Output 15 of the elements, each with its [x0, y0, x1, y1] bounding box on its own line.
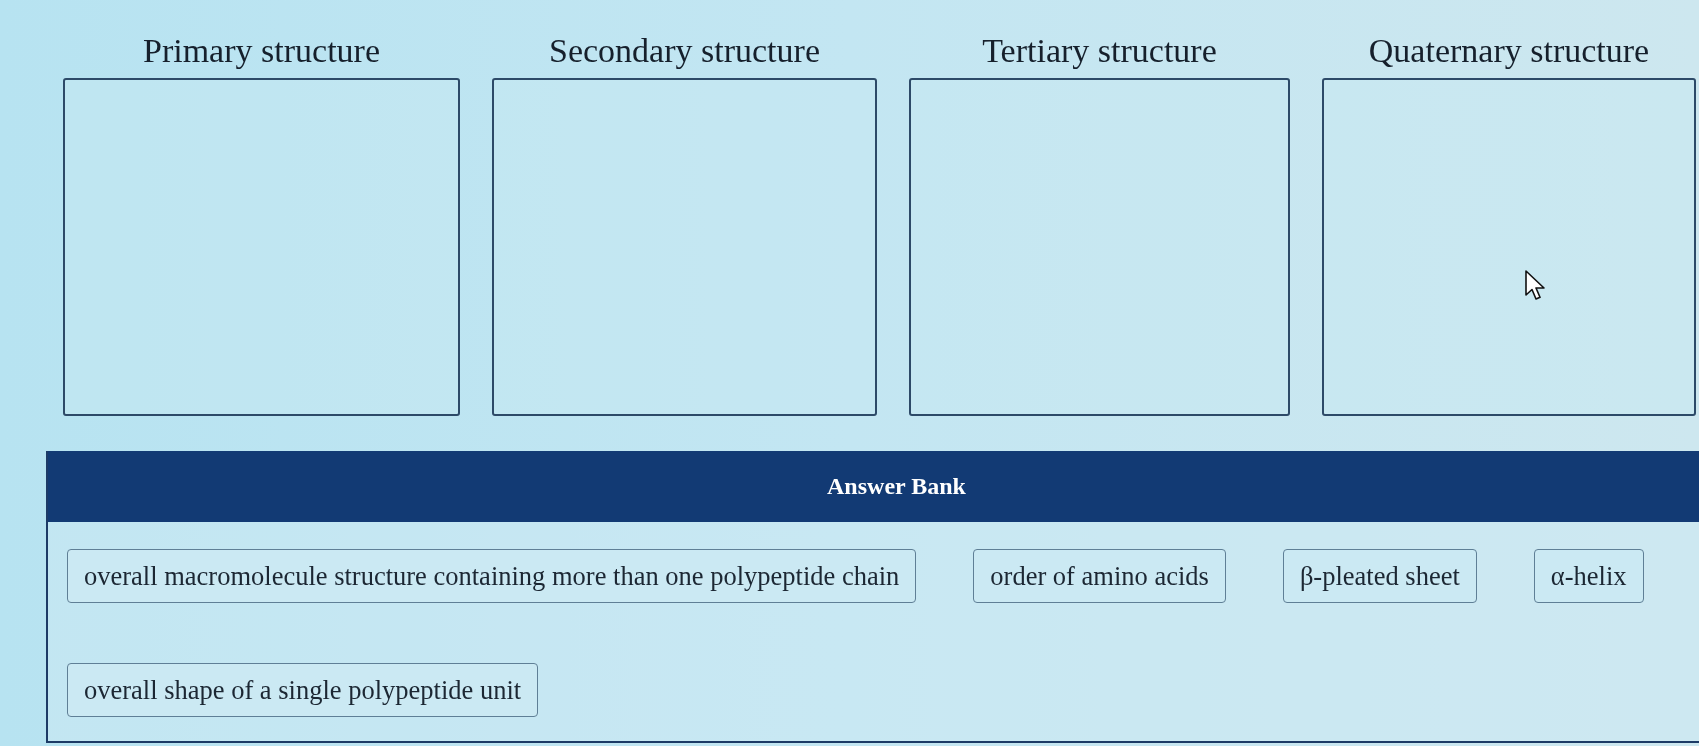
category-label: Tertiary structure [982, 32, 1217, 70]
drop-zone[interactable] [1322, 78, 1696, 416]
answer-option[interactable]: β-pleated sheet [1282, 549, 1477, 603]
category-label: Primary structure [143, 32, 380, 70]
answer-option[interactable]: overall macromolecule structure containing more than one polypeptide chain [67, 549, 917, 603]
category-label: Secondary structure [549, 32, 820, 70]
drop-zone[interactable] [909, 78, 1290, 416]
answer-bank-title: Answer Bank [827, 473, 966, 500]
drop-zone[interactable] [492, 78, 877, 416]
answer-option[interactable]: overall shape of a single polypeptide unit [67, 663, 539, 717]
answer-option[interactable]: order of amino acids [973, 549, 1226, 603]
pointer-icon [1525, 270, 1547, 302]
answer-option[interactable]: α-helix [1533, 549, 1644, 603]
category-label: Quaternary structure [1368, 32, 1650, 70]
drop-zone[interactable] [63, 78, 460, 416]
